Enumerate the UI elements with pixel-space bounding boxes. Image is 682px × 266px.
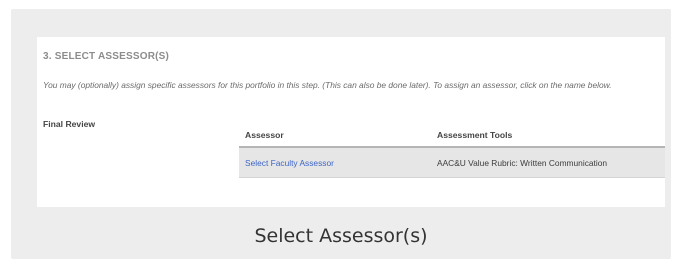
column-header-assessment-tools: Assessment Tools: [437, 130, 513, 140]
section-title: 3. SELECT ASSESSOR(S): [43, 51, 170, 62]
select-faculty-assessor-link[interactable]: Select Faculty Assessor: [245, 158, 334, 168]
intro-text: You may (optionally) assign specific ass…: [43, 80, 612, 90]
figure-frame: 3. SELECT ASSESSOR(S) You may (optionall…: [11, 9, 671, 259]
figure-caption: Select Assessor(s): [254, 225, 428, 247]
final-review-label: Final Review: [43, 119, 96, 129]
embedded-screenshot: 3. SELECT ASSESSOR(S) You may (optionall…: [37, 37, 665, 207]
assessment-tool-cell: AAC&U Value Rubric: Written Communicatio…: [437, 158, 608, 168]
table-row: Select Faculty Assessor AAC&U Value Rubr…: [239, 148, 665, 178]
column-header-assessor: Assessor: [245, 130, 284, 140]
assessor-table: Assessor Assessment Tools Select Faculty…: [239, 115, 665, 178]
table-header: Assessor Assessment Tools: [239, 115, 665, 148]
